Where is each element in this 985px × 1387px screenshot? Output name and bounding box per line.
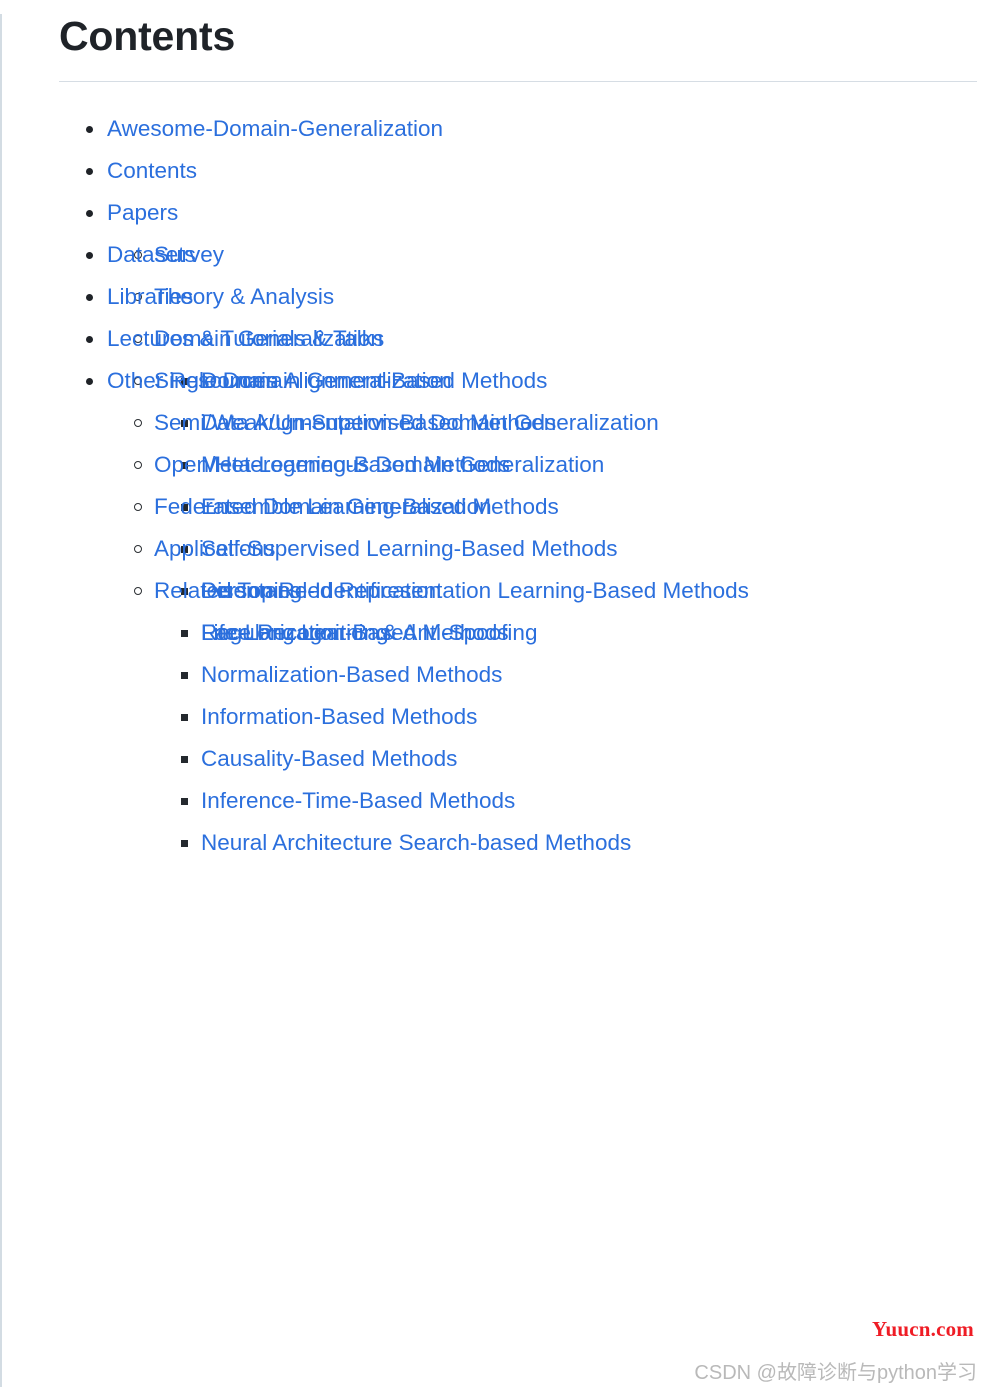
toc-item: Papers Survey Theory & Analysis Domain Gene… bbox=[86, 192, 985, 855]
toc-link[interactable]: Other Resources bbox=[107, 360, 277, 402]
page-title: Contents bbox=[59, 13, 236, 59]
content-column: Contents Awesome-Domain-Generalization Co… bbox=[2, 13, 985, 855]
toc-link[interactable]: Lectures & Tutorials & Talks bbox=[107, 318, 384, 360]
square-bullet-icon bbox=[181, 630, 188, 638]
disc-bullet-icon bbox=[86, 252, 93, 260]
toc-item: Contents bbox=[86, 150, 985, 192]
toc-item: Libraries bbox=[86, 276, 985, 318]
watermark-csdn: CSDN @故障诊断与python学习 bbox=[694, 1362, 977, 1384]
title-divider bbox=[59, 81, 977, 83]
toc-link[interactable]: Normalization-Based Methods bbox=[201, 654, 502, 696]
toc-link[interactable]: Federated Domain Generalization bbox=[154, 486, 492, 528]
square-bullet-icon bbox=[181, 672, 188, 680]
disc-bullet-icon bbox=[86, 210, 93, 218]
disc-bullet-icon bbox=[86, 378, 93, 386]
square-bullet-icon bbox=[181, 798, 188, 806]
toc-link[interactable]: Neural Architecture Search-based Methods bbox=[201, 822, 631, 864]
toc-item: Awesome-Domain-Generalization bbox=[86, 108, 985, 150]
toc-link[interactable]: Papers bbox=[107, 192, 178, 234]
watermark-yuucn: Yuucn.com bbox=[872, 1317, 974, 1341]
circle-bullet-icon bbox=[134, 419, 142, 428]
toc-item: Causality-Based Methods bbox=[181, 738, 985, 780]
square-bullet-icon bbox=[181, 840, 188, 848]
disc-bullet-icon bbox=[86, 336, 93, 344]
circle-bullet-icon bbox=[134, 587, 142, 596]
toc-link[interactable]: Awesome-Domain-Generalization bbox=[107, 108, 443, 150]
toc-item: Related Topics Life-Long Learning bbox=[134, 570, 985, 645]
toc-link[interactable]: Open/Heterogeneous Domain Generalization bbox=[154, 444, 604, 486]
toc-item: Open/Heterogeneous Domain Generalization bbox=[134, 444, 985, 486]
toc-link[interactable]: Information-Based Methods bbox=[201, 696, 477, 738]
toc-item: Neural Architecture Search-based Methods bbox=[181, 822, 985, 864]
disc-bullet-icon bbox=[86, 168, 93, 176]
disc-bullet-icon bbox=[86, 126, 93, 134]
toc-item: Lectures & Tutorials & Talks bbox=[86, 318, 985, 360]
toc-link[interactable]: Libraries bbox=[107, 276, 193, 318]
toc-item: Federated Domain Generalization bbox=[134, 486, 985, 528]
toc-item: Other Resources bbox=[86, 360, 985, 402]
toc-list-level-3: Life-Long Learning bbox=[134, 612, 985, 654]
toc-link[interactable]: Datasets bbox=[107, 234, 196, 276]
circle-bullet-icon bbox=[134, 503, 142, 512]
toc-link[interactable]: Life-Long Learning bbox=[201, 612, 389, 654]
toc-item: Information-Based Methods bbox=[181, 696, 985, 738]
toc-item: Semi/Weak/Un-Supervised Domain Generaliz… bbox=[134, 402, 985, 444]
toc-item: Inference-Time-Based Methods bbox=[181, 780, 985, 822]
toc-link[interactable]: Causality-Based Methods bbox=[201, 738, 457, 780]
toc-item: Applications Person Re-Identification Face… bbox=[134, 528, 985, 645]
toc-item: Datasets bbox=[86, 234, 985, 276]
toc-link[interactable]: Semi/Weak/Un-Supervised Domain Generaliz… bbox=[154, 402, 659, 444]
page-root: Contents Awesome-Domain-Generalization Co… bbox=[0, 13, 985, 1387]
table-of-contents: Awesome-Domain-Generalization Contents Pap… bbox=[59, 108, 985, 855]
toc-link[interactable]: Contents bbox=[107, 150, 197, 192]
square-bullet-icon bbox=[181, 714, 188, 722]
toc-link[interactable]: Applications bbox=[154, 528, 275, 570]
toc-list-level-1: Awesome-Domain-Generalization Contents Pap… bbox=[59, 108, 985, 855]
circle-bullet-icon bbox=[134, 545, 142, 554]
toc-link[interactable]: Related Topics bbox=[154, 570, 301, 612]
toc-item: Normalization-Based Methods bbox=[181, 654, 985, 696]
toc-item: Life-Long Learning bbox=[181, 612, 985, 654]
toc-link[interactable]: Inference-Time-Based Methods bbox=[201, 780, 515, 822]
disc-bullet-icon bbox=[86, 294, 93, 302]
circle-bullet-icon bbox=[134, 461, 142, 470]
square-bullet-icon bbox=[181, 756, 188, 764]
